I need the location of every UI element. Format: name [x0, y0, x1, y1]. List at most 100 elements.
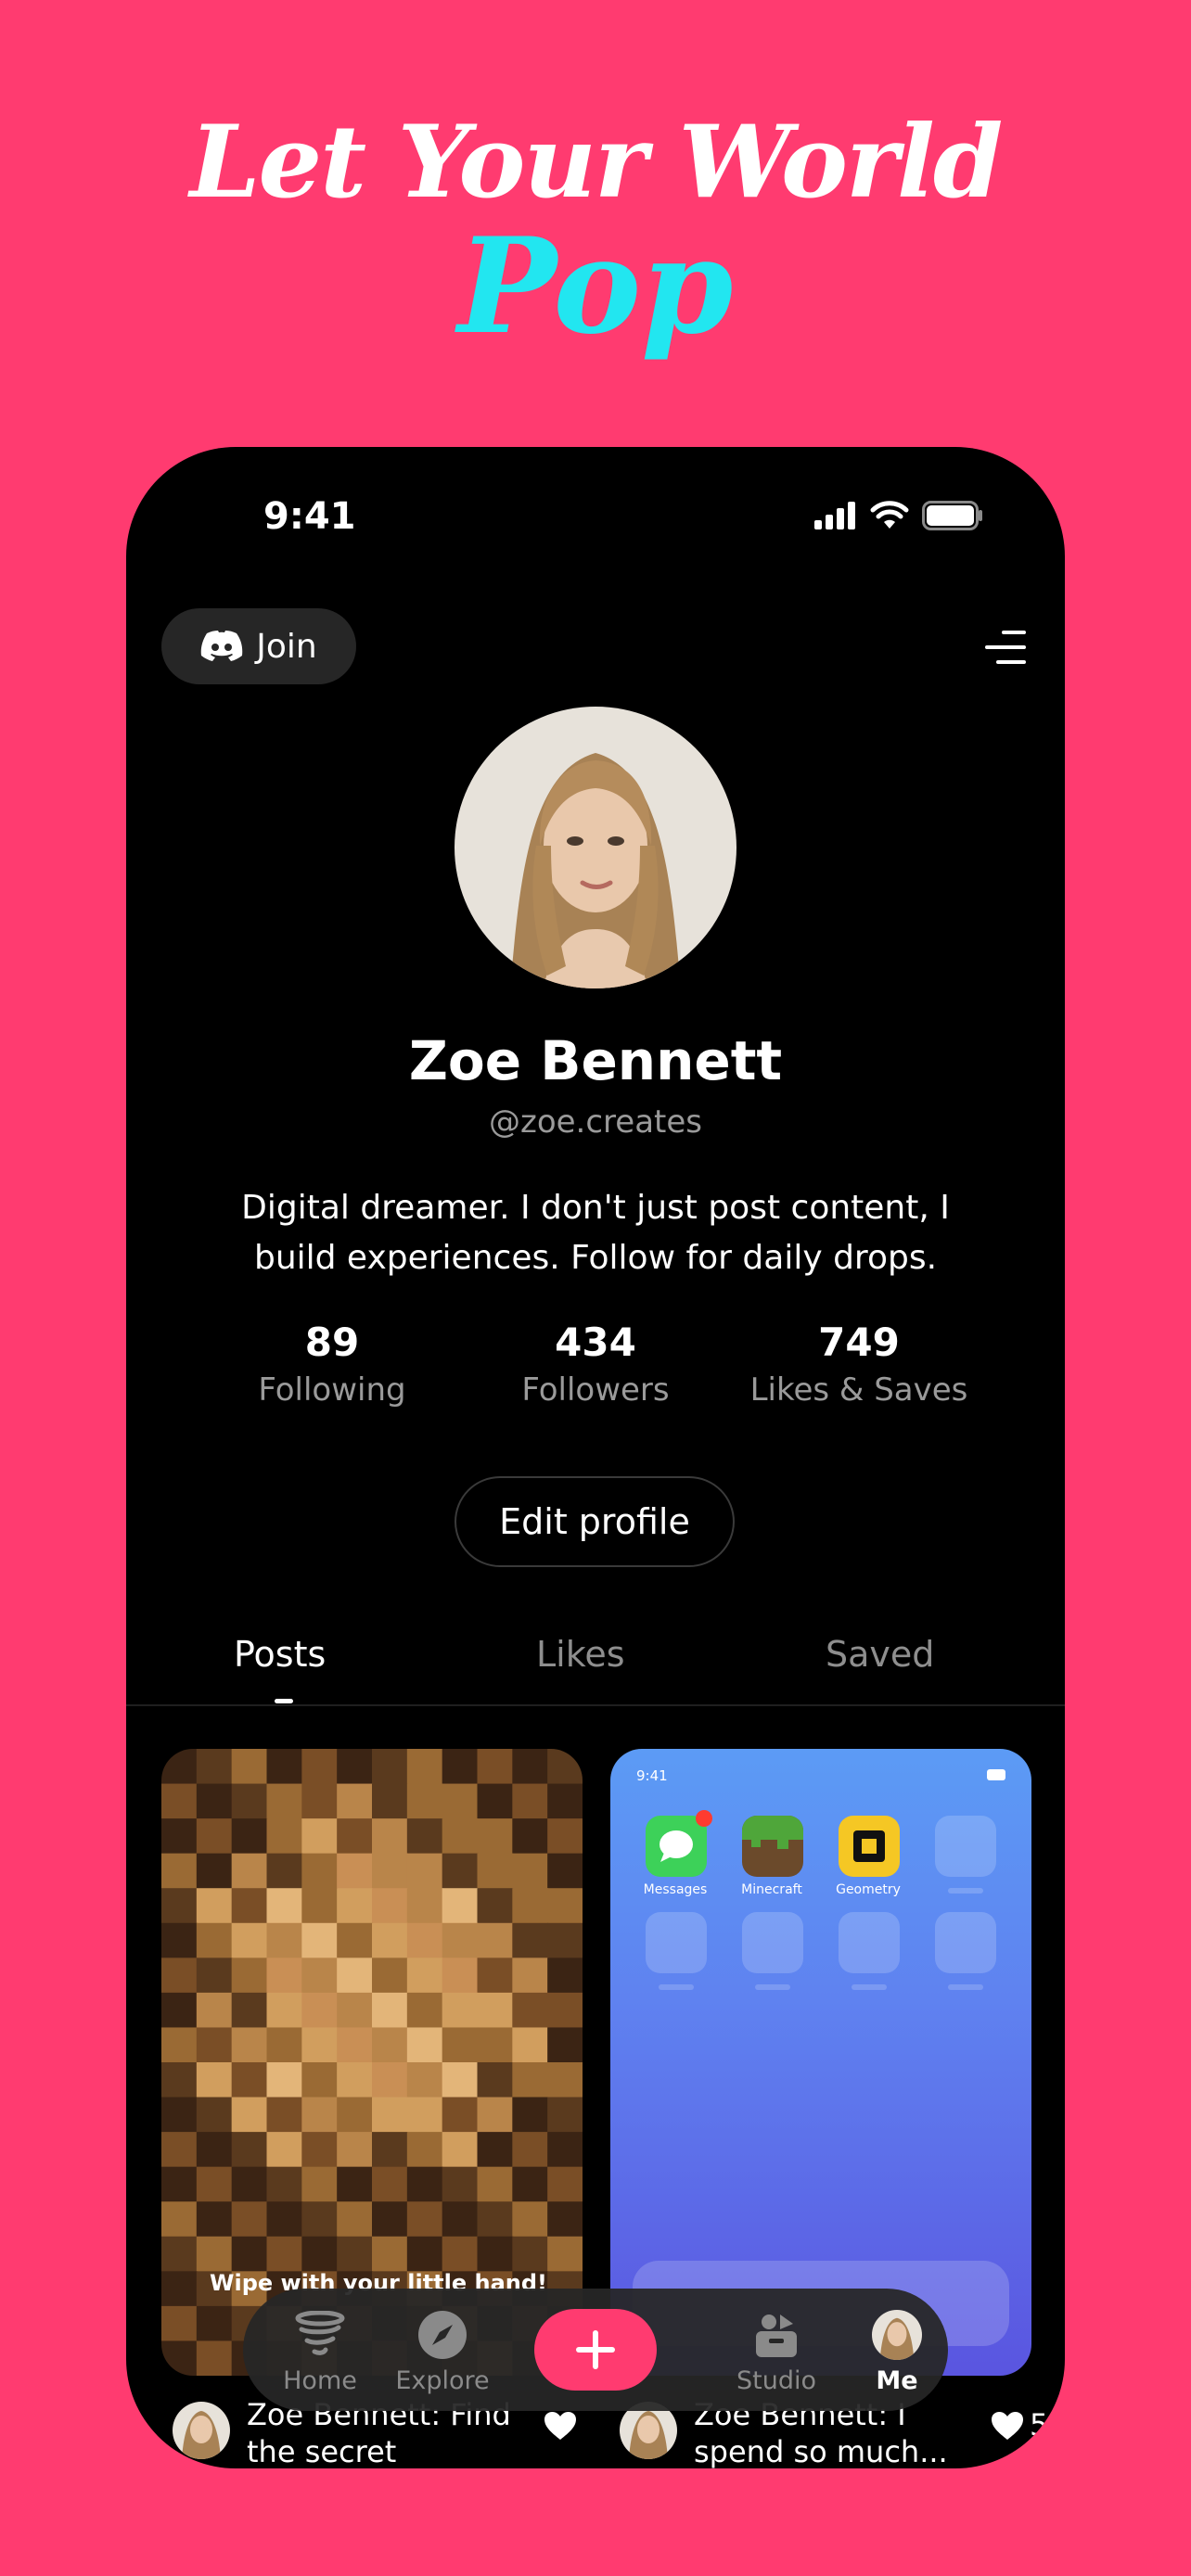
mosaic-pixel [406, 1992, 443, 2029]
nav-home[interactable]: Home [269, 2309, 371, 2395]
mosaic-pixel [477, 2097, 514, 2134]
like-count: 5 [1030, 2407, 1049, 2442]
mosaic-pixel [161, 2097, 198, 2134]
mosaic-pixel [372, 1818, 408, 1855]
mosaic-pixel [372, 2166, 408, 2203]
mosaic-pixel [196, 1958, 233, 1994]
nav-explore[interactable]: Explore [391, 2309, 493, 2395]
mosaic-pixel [161, 2132, 198, 2168]
mosaic-pixel [266, 2132, 303, 2168]
bottom-nav: Home Explore Studio Me [243, 2289, 948, 2411]
mosaic-pixel [406, 1922, 443, 1959]
mosaic-pixel [547, 1818, 583, 1855]
heart-icon[interactable] [991, 2411, 1024, 2441]
mosaic-pixel [442, 1783, 479, 1820]
mosaic-pixel [512, 1818, 549, 1855]
mosaic-pixel [161, 1992, 198, 2029]
stat-likes-saves[interactable]: 749 Likes & Saves [720, 1319, 998, 1413]
mosaic-pixel [547, 1992, 583, 2029]
mosaic-pixel [512, 1853, 549, 1890]
mosaic-pixel [161, 1888, 198, 1924]
mosaic-pixel [547, 1853, 583, 1890]
mosaic-pixel [231, 1818, 268, 1855]
mosaic-pixel [231, 2097, 268, 2134]
mosaic-pixel [547, 1922, 583, 1959]
mosaic-pixel [442, 1888, 479, 1924]
tab-likes[interactable]: Likes [536, 1634, 625, 1675]
tab-posts[interactable]: Posts [234, 1634, 326, 1675]
tab-saved[interactable]: Saved [826, 1634, 934, 1675]
mosaic-pixel [372, 1853, 408, 1890]
mosaic-pixel [161, 2340, 198, 2376]
mosaic-pixel [196, 1853, 233, 1890]
mosaic-pixel [512, 1922, 549, 1959]
home-tornado-icon [295, 2311, 345, 2355]
profile-avatar[interactable] [455, 707, 736, 988]
mosaic-pixel [231, 1922, 268, 1959]
mosaic-pixel [231, 1958, 268, 1994]
discord-icon [201, 631, 243, 661]
join-label: Join [256, 627, 317, 666]
mosaic-pixel [301, 2236, 339, 2273]
mosaic-pixel [547, 2097, 583, 2134]
mosaic-pixel [196, 2166, 233, 2203]
mosaic-pixel [266, 2201, 303, 2238]
stat-label: Following [258, 1371, 406, 1409]
mosaic-pixel [442, 2236, 479, 2273]
mosaic-pixel [406, 1888, 443, 1924]
mosaic-pixel [161, 2166, 198, 2203]
mosaic-pixel [406, 1853, 443, 1890]
discord-join-button[interactable]: Join [161, 608, 356, 684]
mosaic-pixel [161, 2305, 198, 2342]
post-card[interactable]: Wipe with your little hand! [161, 1749, 583, 2376]
post-meta: Zoe Bennett: I spend so much... 5 [620, 2397, 1056, 2468]
mosaic-pixel [196, 1922, 233, 1959]
mosaic-pixel [547, 1749, 583, 1785]
mosaic-pixel [301, 2201, 339, 2238]
menu-icon[interactable] [983, 629, 1028, 666]
mosaic-pixel [372, 1958, 408, 1994]
heart-icon[interactable] [544, 2411, 577, 2441]
mosaic-pixel [477, 2062, 514, 2098]
stat-value: 434 [555, 1320, 636, 1365]
mosaic-pixel [301, 2166, 339, 2203]
placeholder-app-icon [935, 1912, 996, 1973]
mosaic-pixel [231, 1783, 268, 1820]
mosaic-pixel [406, 2166, 443, 2203]
nav-label: Explore [395, 2366, 490, 2395]
mosaic-pixel [337, 2132, 373, 2168]
mosaic-pixel [512, 2236, 549, 2273]
mosaic-pixel [337, 1992, 373, 2029]
promo-headline: Let Your World Pop [0, 102, 1191, 356]
mosaic-pixel [266, 1818, 303, 1855]
nav-me[interactable]: Me [846, 2309, 948, 2395]
stat-following[interactable]: 89 Following [193, 1319, 471, 1413]
mosaic-pixel [406, 2201, 443, 2238]
stat-label: Followers [521, 1371, 670, 1409]
stat-followers[interactable]: 434 Followers [456, 1319, 735, 1413]
placeholder-app-icon [646, 1912, 707, 1973]
mosaic-pixel [337, 2236, 373, 2273]
mosaic-pixel [442, 2097, 479, 2134]
mosaic-pixel [512, 2166, 549, 2203]
post-card[interactable]: 9:41 Messages Minecraft Geometry [610, 1749, 1031, 2376]
nav-studio[interactable]: Studio [725, 2309, 827, 2395]
edit-profile-button[interactable]: Edit profile [455, 1476, 735, 1567]
mosaic-pixel [442, 2166, 479, 2203]
stat-value: 89 [304, 1320, 360, 1365]
mosaic-pixel [547, 2062, 583, 2098]
mosaic-pixel [301, 1818, 339, 1855]
mosaic-pixel [196, 2027, 233, 2063]
mosaic-pixel [266, 1992, 303, 2029]
mosaic-pixel [161, 2271, 198, 2307]
mosaic-pixel [196, 2201, 233, 2238]
mosaic-pixel [231, 1992, 268, 2029]
mini-battery-icon [987, 1769, 1005, 1780]
mosaic-pixel [196, 1783, 233, 1820]
mosaic-pixel [196, 2305, 233, 2342]
mosaic-pixel [161, 1749, 198, 1785]
mosaic-pixel [231, 2132, 268, 2168]
create-post-button[interactable] [534, 2309, 657, 2391]
mosaic-pixel [266, 1922, 303, 1959]
mosaic-pixel [477, 1958, 514, 1994]
